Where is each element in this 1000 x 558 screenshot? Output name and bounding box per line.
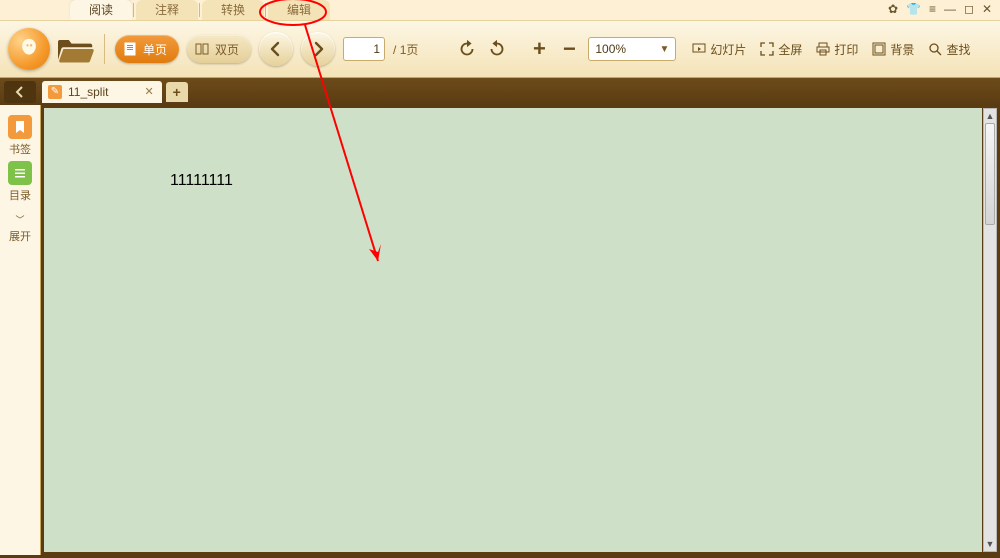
workspace: 书签 目录 ﹀ 展开 11111111 ▲ ▼ [0,105,1000,555]
sidebar-item-expand[interactable]: ﹀ 展开 [9,213,31,244]
bookmark-icon [8,115,32,139]
chevron-down-icon: ﹀ [15,213,24,226]
close-button[interactable]: ✕ [982,2,992,16]
skin-icon[interactable]: 👕 [906,2,921,16]
background-label: 背景 [890,41,914,58]
fullscreen-label: 全屏 [778,41,802,58]
zoom-select[interactable]: 100% ▼ [588,37,676,61]
sidebar-toc-label: 目录 [9,187,31,203]
menu-icon[interactable]: ≡ [929,2,936,16]
page-number-input[interactable] [343,37,385,61]
slideshow-label: 幻灯片 [710,41,746,58]
window-controls: ✿ 👕 ≡ — ◻ ✕ [888,2,992,16]
menu-tab-edit[interactable]: 编辑 [268,0,330,20]
double-page-button[interactable]: 双页 [187,35,251,63]
background-button[interactable]: 背景 [872,41,914,58]
print-label: 打印 [834,41,858,58]
fullscreen-button[interactable]: 全屏 [760,41,802,58]
undo-button[interactable] [456,38,478,60]
menu-tab-read-label: 阅读 [89,3,113,17]
vertical-scrollbar[interactable]: ▲ ▼ [983,108,997,552]
sidebar-item-toc[interactable]: 目录 [8,161,32,203]
menu-tab-convert[interactable]: 转换 [202,0,264,20]
app-logo[interactable] [8,28,50,70]
document-tab-title: 11_split [68,85,108,99]
menu-tab-comment-label: 注释 [155,3,179,17]
prev-page-button[interactable] [259,32,293,66]
page-total-label: / 1页 [393,41,418,58]
zoom-value: 100% [595,42,626,56]
print-button[interactable]: 打印 [816,41,858,58]
document-body-text: 11111111 [170,172,233,190]
single-page-button[interactable]: 单页 [115,35,179,63]
open-file-button[interactable] [58,34,94,64]
next-page-button[interactable] [301,32,335,66]
chevron-down-icon: ▼ [659,44,669,55]
document-tab[interactable]: ✎ 11_split ✕ [42,81,162,103]
find-label: 查找 [946,41,970,58]
collapse-sidebar-button[interactable] [4,81,36,103]
scroll-down-button[interactable]: ▼ [984,537,996,551]
document-tab-bar: ✎ 11_split ✕ + [0,78,1000,105]
menu-tab-convert-label: 转换 [221,3,245,17]
menu-tab-edit-label: 编辑 [287,3,311,17]
slideshow-button[interactable]: 幻灯片 [692,41,746,58]
page-view[interactable]: 11111111 [44,108,982,552]
minimize-button[interactable]: — [944,2,956,16]
sidebar: 书签 目录 ﹀ 展开 [0,105,41,555]
redo-button[interactable] [486,38,508,60]
double-page-label: 双页 [215,41,239,58]
feedback-icon[interactable]: ✿ [888,2,898,16]
menu-tab-read[interactable]: 阅读 [70,0,132,20]
menu-tab-bar: 阅读 注释 转换 编辑 ✿ 👕 ≡ — ◻ ✕ [0,0,1000,20]
single-page-label: 单页 [143,41,167,58]
sidebar-item-bookmark[interactable]: 书签 [8,115,32,157]
find-button[interactable]: 查找 [928,41,970,58]
scroll-up-button[interactable]: ▲ [984,109,996,123]
main-toolbar: 单页 双页 / 1页 + − 100% ▼ 幻灯片 全屏 打印 [0,20,1000,78]
zoom-out-button[interactable]: − [558,36,580,62]
sidebar-expand-label: 展开 [9,228,31,244]
sidebar-bookmark-label: 书签 [9,141,31,157]
maximize-button[interactable]: ◻ [964,2,974,16]
menu-tab-comment[interactable]: 注释 [136,0,198,20]
document-favicon-icon: ✎ [48,85,62,99]
scroll-thumb[interactable] [985,123,995,225]
scroll-track[interactable] [984,123,996,537]
toc-icon [8,161,32,185]
close-tab-button[interactable]: ✕ [144,85,153,98]
zoom-in-button[interactable]: + [528,36,550,62]
new-tab-button[interactable]: + [166,82,188,102]
content-frame: 11111111 ▲ ▼ [41,105,1000,555]
